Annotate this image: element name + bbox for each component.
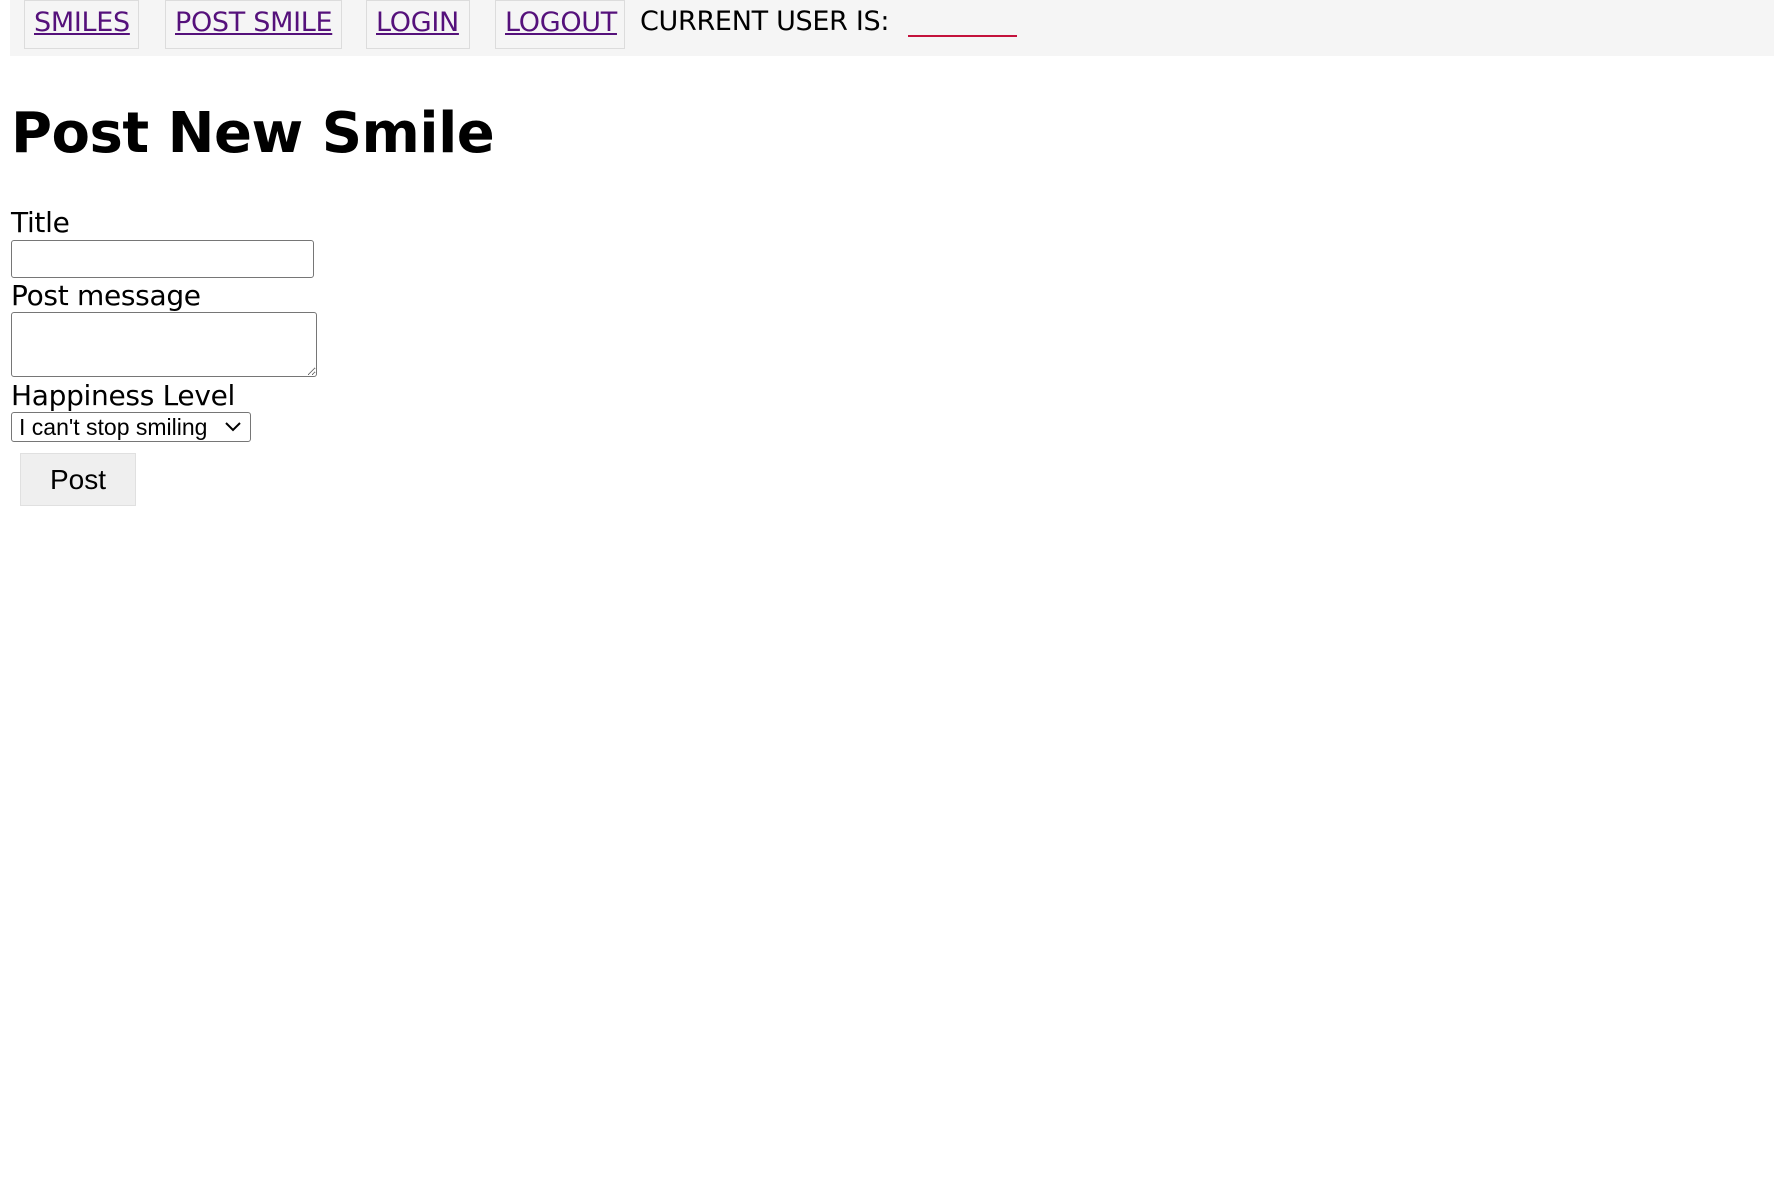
happiness-level-selected: I can't stop smiling [19,414,208,440]
nav-link-post-smile[interactable]: POST SMILE [175,7,333,38]
nav-link-logout[interactable]: LOGOUT [505,7,617,38]
title-input[interactable] [11,240,314,278]
current-user-value [908,35,1017,37]
nav-item-logout: LOGOUT [495,0,625,49]
page-title: Post New Smile [11,101,495,166]
happiness-level-label: Happiness Level [11,379,235,412]
nav-link-login[interactable]: LOGIN [376,7,459,38]
post-button[interactable]: Post [20,453,136,506]
current-user-label: CURRENT USER IS: [640,6,890,37]
title-label: Title [11,206,70,239]
nav-item-post-smile: POST SMILE [165,0,342,49]
nav-item-login: LOGIN [366,0,470,49]
happiness-level-select[interactable]: I can't stop smiling [11,412,251,442]
post-message-label: Post message [11,279,201,312]
chevron-down-icon [225,422,241,432]
post-message-textarea[interactable] [11,312,317,377]
nav-link-smiles[interactable]: SMILES [34,7,130,38]
top-navbar: SMILES POST SMILE LOGIN LOGOUT CURRENT U… [10,0,1774,56]
nav-item-smiles: SMILES [24,0,139,49]
